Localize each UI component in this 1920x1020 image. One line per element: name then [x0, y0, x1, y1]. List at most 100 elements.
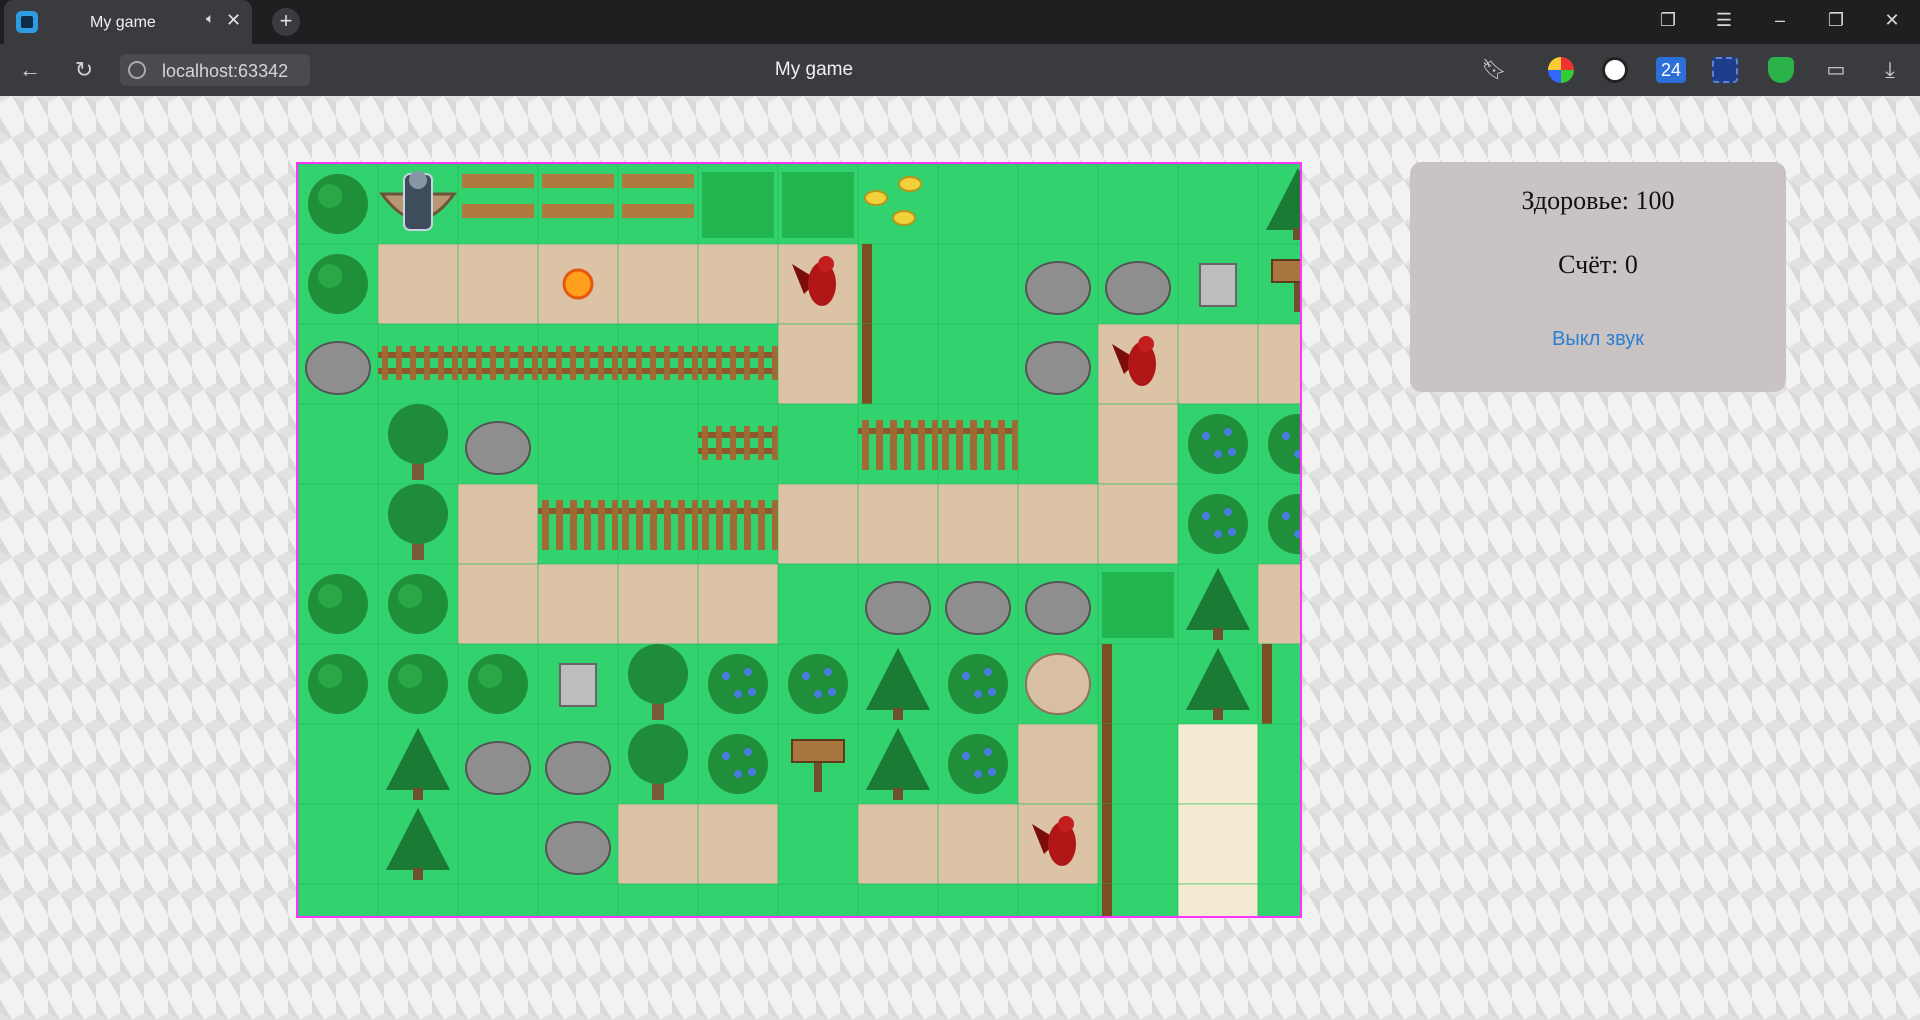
fence-post	[692, 346, 698, 380]
tile-dirt-path	[617, 243, 699, 325]
fence-post	[702, 500, 709, 550]
game-map[interactable]	[298, 164, 1300, 916]
score-label: Счёт: 0	[1558, 250, 1638, 279]
berry-icon	[988, 768, 996, 776]
fence-post	[490, 346, 496, 380]
berry-icon	[722, 752, 730, 760]
fence-column	[1102, 724, 1112, 804]
fence-post	[476, 346, 482, 380]
tab-favicon-icon	[16, 11, 38, 33]
tile-grass	[298, 883, 379, 916]
fence-post	[542, 346, 548, 380]
rock-icon	[1025, 581, 1091, 635]
rock-icon	[465, 741, 531, 795]
oak-tree-icon	[388, 484, 448, 544]
fence-rail	[378, 368, 458, 374]
signpost-icon	[791, 739, 845, 763]
bush-highlight	[318, 584, 342, 608]
fence-post	[622, 500, 629, 550]
pine-trunk	[413, 788, 423, 800]
tile-grass	[537, 403, 619, 485]
fence-post	[772, 426, 778, 460]
berry-icon	[1224, 428, 1232, 436]
pine-trunk	[1213, 628, 1223, 640]
tile-dirt-path	[617, 803, 699, 885]
tile-grass	[457, 803, 539, 885]
tile-grass	[298, 403, 379, 485]
berry-icon	[722, 672, 730, 680]
browser-tab-bar: My game 🔈︎ ✕ + ❐ ☰ – ❐ ✕	[0, 0, 1920, 44]
rock-icon	[1025, 341, 1091, 395]
tile-dirt-path	[457, 243, 539, 325]
fence-rail	[538, 508, 618, 514]
bench-back	[622, 174, 694, 188]
tile-dirt-path	[617, 563, 699, 645]
tile-grass	[617, 403, 699, 485]
tile-vertical-fence	[857, 403, 939, 485]
knight-helmet	[409, 171, 427, 189]
fence-post	[410, 346, 416, 380]
battery-icon[interactable]: ▭	[1822, 56, 1850, 84]
bench-seat	[542, 204, 614, 218]
close-window-icon[interactable]: ✕	[1880, 10, 1904, 31]
berry-bush-icon	[948, 734, 1008, 794]
tile-dirt-path	[697, 803, 779, 885]
extension-counter-badge[interactable]: 24	[1656, 57, 1686, 83]
restore-icon[interactable]: ❐	[1824, 10, 1848, 31]
berry-icon	[734, 690, 742, 698]
fence-rail	[698, 352, 778, 358]
tab-collections-icon[interactable]: ❐	[1656, 10, 1680, 31]
berry-icon	[984, 748, 992, 756]
tile-grass	[1177, 164, 1259, 245]
download-icon[interactable]: ⤓	[1876, 56, 1904, 84]
minimize-icon[interactable]: –	[1768, 10, 1792, 31]
berry-icon	[988, 688, 996, 696]
berry-bush-icon	[708, 654, 768, 714]
shield-icon[interactable]	[1768, 57, 1794, 83]
gold-coin-icon	[892, 210, 916, 226]
bookmark-icon[interactable]: 🔖︎	[1480, 56, 1508, 84]
extension-w-icon[interactable]	[1602, 57, 1628, 83]
game-canvas[interactable]	[296, 162, 1302, 918]
berry-icon	[984, 668, 992, 676]
fence-post	[556, 500, 563, 550]
tile-grass	[777, 883, 859, 916]
browser-tab[interactable]: My game 🔈︎ ✕	[4, 0, 252, 44]
signpost-icon	[1271, 259, 1300, 283]
tile-grass	[937, 323, 1019, 405]
tile-dirt-path	[937, 803, 1019, 885]
fence-post	[744, 500, 751, 550]
fence-post	[462, 346, 468, 380]
tile-horizontal-fence	[457, 323, 539, 405]
new-tab-button[interactable]: +	[272, 8, 300, 36]
berry-icon	[1228, 528, 1236, 536]
fence-post	[942, 420, 949, 470]
tile-grass	[1097, 164, 1179, 245]
close-tab-icon[interactable]: ✕	[226, 10, 241, 30]
gold-coin-icon	[864, 190, 888, 206]
fence-column	[1262, 644, 1272, 724]
bush-highlight	[318, 664, 342, 688]
fence-post	[650, 346, 656, 380]
rock-icon	[1025, 261, 1091, 315]
tile-dirt-path	[697, 243, 779, 325]
fence-post	[622, 346, 628, 380]
fence-post	[664, 500, 671, 550]
page-background: Здоровье: 100 Счёт: 0 Выкл звук	[0, 96, 1920, 1020]
extension-n-icon[interactable]	[1712, 57, 1738, 83]
tile-horizontal-fence	[377, 323, 459, 405]
fence-rail	[938, 428, 1018, 434]
menu-icon[interactable]: ☰	[1712, 10, 1736, 31]
rock-icon	[865, 581, 931, 635]
speaker-icon[interactable]: 🔈︎	[206, 10, 214, 27]
rock-icon	[465, 421, 531, 475]
bench-seat	[622, 204, 694, 218]
berry-icon	[828, 688, 836, 696]
tile-horizontal-fence	[617, 323, 699, 405]
extension-colorful-icon[interactable]	[1548, 57, 1574, 83]
sound-toggle-button[interactable]: Выкл звук	[1410, 328, 1786, 351]
demon-head	[1058, 816, 1074, 832]
oak-tree-icon	[388, 404, 448, 464]
berry-icon	[1228, 448, 1236, 456]
berry-bush-icon	[948, 654, 1008, 714]
